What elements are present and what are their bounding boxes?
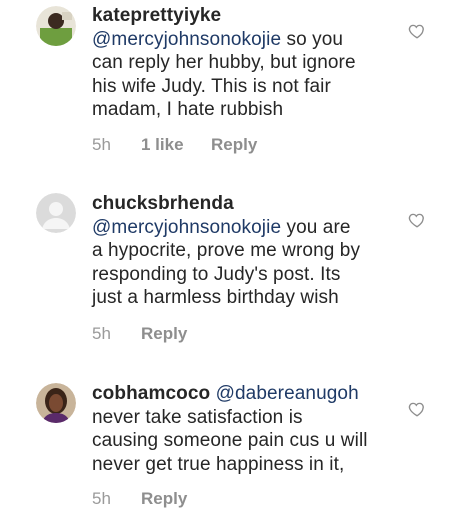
avatar[interactable] (36, 6, 76, 46)
comment-text: kateprettyiyke @mercyjohnsonokojie so yo… (92, 4, 392, 122)
mention-link[interactable]: @mercyjohnsonokojie (92, 29, 281, 50)
timestamp: 5h (92, 324, 111, 343)
comment-body-line: can reply her hubby, but ignore (92, 52, 356, 73)
heart-icon[interactable] (408, 22, 426, 40)
comment-body-line: responding to Judy's post. Its (92, 263, 341, 285)
timestamp: 5h (92, 135, 111, 154)
username[interactable]: kateprettyiyke (92, 5, 221, 26)
reply-button[interactable]: Reply (141, 489, 187, 509)
avatar[interactable] (36, 193, 76, 233)
comment-body-line: never get true happiness in it, (92, 453, 345, 475)
username[interactable]: cobhamcoco (92, 383, 210, 404)
heart-icon[interactable] (408, 211, 426, 229)
likes-count[interactable]: 1 like (141, 135, 211, 155)
comment-meta: 5h Reply (92, 489, 187, 509)
comment-meta: 5h 1 like Reply (92, 135, 257, 155)
comment-body-line: you are (281, 216, 351, 238)
comment-body-line: a hypocrite, prove me wrong by (92, 240, 361, 261)
comment-body-line: his wife Judy. This is not fair (92, 75, 331, 97)
reply-button[interactable]: Reply (211, 135, 257, 155)
comment-body-line: madam, I hate rubbish (92, 99, 284, 120)
mention-link[interactable]: @dabereanugoh (216, 383, 359, 404)
comment-meta: 5h Reply (92, 324, 187, 344)
comment-text: cobhamcoco @dabereanugoh never take sati… (92, 382, 392, 476)
username[interactable]: chucksbrhenda (92, 193, 234, 214)
timestamp: 5h (92, 489, 111, 508)
mention-link[interactable]: @mercyjohnsonokojie (92, 217, 281, 238)
comment-body-line: just a harmless birthday wish (92, 287, 339, 308)
comment-text: chucksbrhenda @mercyjohnsonokojie you ar… (92, 192, 392, 310)
avatar[interactable] (36, 383, 76, 423)
comment-body-line: never take satisfaction is (92, 406, 303, 428)
heart-icon[interactable] (408, 400, 426, 418)
comment-body-line: so you (281, 28, 344, 50)
reply-button[interactable]: Reply (141, 324, 187, 344)
comment-body-line: causing someone pain cus u will (92, 430, 368, 451)
